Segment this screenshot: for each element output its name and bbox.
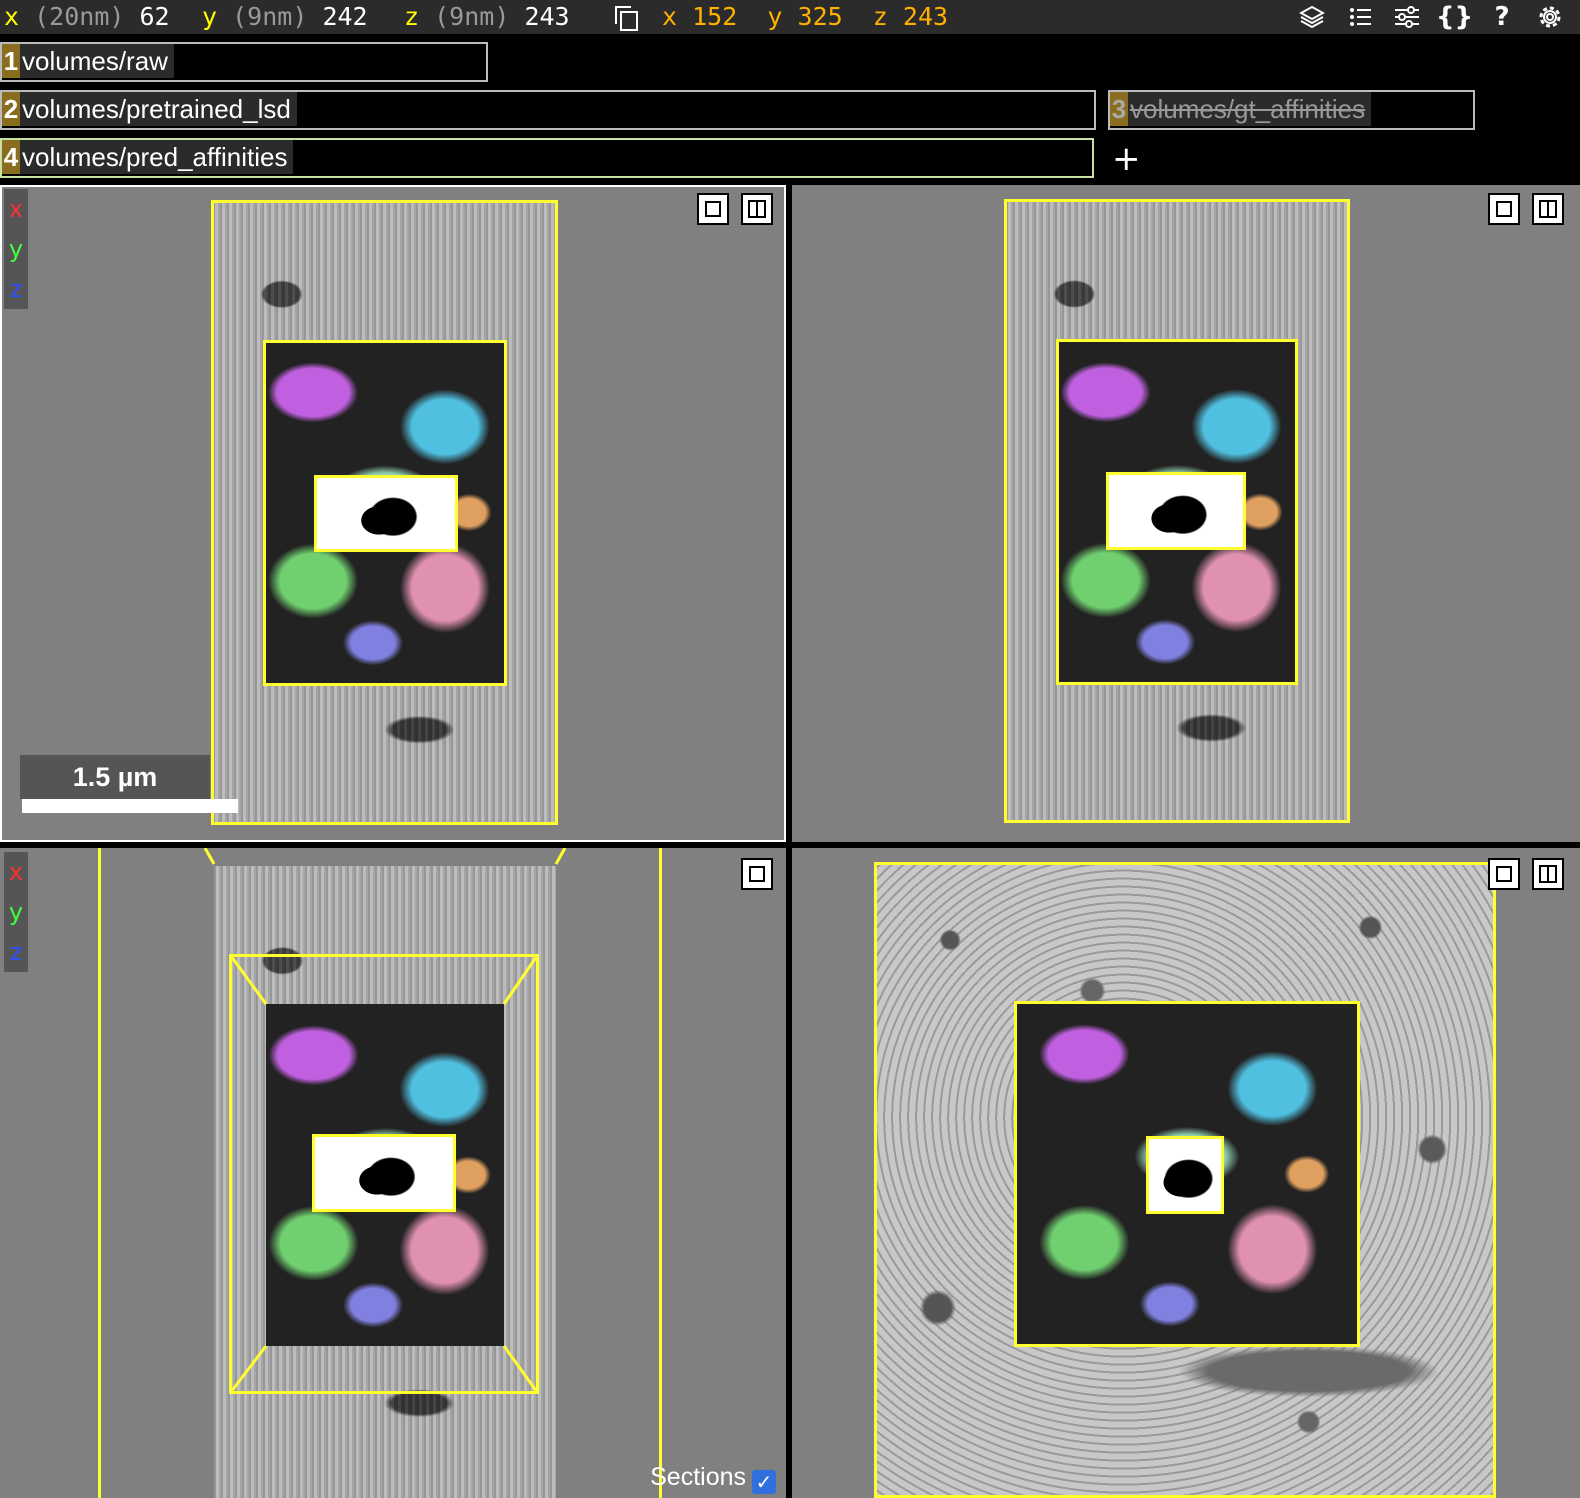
mouse-position: x 152 y 325 z 243 xyxy=(662,2,949,31)
panel-top-right[interactable] xyxy=(792,185,1580,842)
maximize-panel-button[interactable] xyxy=(1488,858,1520,890)
panel-top-left[interactable]: x y z 1.5 µm xyxy=(0,185,786,842)
sliders-icon[interactable] xyxy=(1389,0,1425,34)
split-panel-button[interactable] xyxy=(1532,193,1564,225)
sections-checkbox[interactable]: ✓ xyxy=(752,1470,776,1494)
affinities-bounding-box xyxy=(1146,1136,1224,1214)
gear-icon[interactable] xyxy=(1532,0,1568,34)
json-state-button[interactable]: {} xyxy=(1436,0,1473,34)
sections-label: Sections xyxy=(650,1463,746,1491)
layer-gt-affinities[interactable]: 3 volumes/gt_affinities xyxy=(1108,90,1475,130)
layer-pretrained-lsd[interactable]: 2 volumes/pretrained_lsd xyxy=(0,90,1096,130)
sections-toggle[interactable]: Sections ✓ xyxy=(650,1462,776,1494)
y-coordinate[interactable]: y (9nm) 242 xyxy=(202,0,368,34)
split-panel-button[interactable] xyxy=(1532,858,1564,890)
affinities-bounding-box xyxy=(314,475,458,552)
layer-raw[interactable]: 1 volumes/raw xyxy=(0,42,488,82)
list-icon[interactable] xyxy=(1342,0,1378,34)
panel-bottom-right[interactable] xyxy=(792,848,1580,1498)
affinities-bounding-box xyxy=(312,1134,456,1212)
add-layer-button[interactable]: + xyxy=(1112,142,1141,176)
panel-bottom-left[interactable]: x y z Sections ✓ xyxy=(0,848,786,1498)
help-button[interactable]: ? xyxy=(1484,0,1520,34)
maximize-panel-button[interactable] xyxy=(697,193,729,225)
axis-legend: x y z xyxy=(4,189,28,309)
z-coordinate[interactable]: z (9nm) 243 xyxy=(404,0,570,34)
maximize-panel-button[interactable] xyxy=(1488,193,1520,225)
copy-position-icon[interactable] xyxy=(615,6,638,31)
affinities-bounding-box xyxy=(1106,472,1246,550)
maximize-panel-button[interactable] xyxy=(741,858,773,890)
position-bar: x (20nm) 62 y (9nm) 242 z (9nm) 243 x 15… xyxy=(0,0,1580,34)
layer-pred-affinities[interactable]: 4 volumes/pred_affinities xyxy=(0,138,1094,178)
x-coordinate[interactable]: x (20nm) 62 xyxy=(4,0,170,34)
axis-legend: x y z xyxy=(4,852,28,972)
scale-bar-label: 1.5 µm xyxy=(20,755,210,799)
split-panel-button[interactable] xyxy=(741,193,773,225)
scale-bar xyxy=(22,799,238,813)
layers-icon[interactable] xyxy=(1294,0,1330,34)
